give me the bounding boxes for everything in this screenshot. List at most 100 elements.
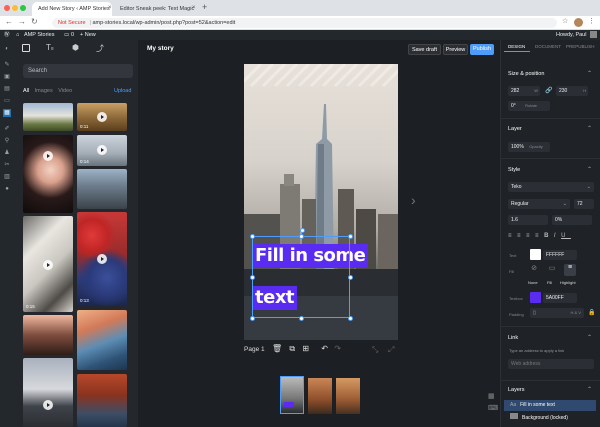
maximize-window-button[interactable] (20, 5, 26, 11)
next-page-arrow-icon[interactable]: › (411, 192, 416, 208)
appearance-icon[interactable]: ✐ (3, 125, 11, 133)
publish-button[interactable]: Publish (470, 44, 494, 55)
align-right-icon[interactable]: ≡ (526, 233, 535, 239)
new-content-link[interactable]: + New (80, 30, 96, 40)
back-icon[interactable]: ← (5, 17, 13, 26)
site-name-link[interactable]: AMP Stories (24, 30, 54, 40)
upload-link[interactable]: Upload (114, 88, 131, 94)
align-left-icon[interactable]: ≡ (508, 233, 517, 239)
minimize-window-button[interactable] (12, 5, 18, 11)
media-thumbnail[interactable] (23, 135, 73, 213)
rotate-handle[interactable] (300, 228, 305, 233)
close-window-button[interactable] (4, 5, 10, 11)
resize-handle[interactable] (299, 316, 304, 321)
collapse-menu-icon[interactable]: ● (3, 185, 11, 193)
lock-ratio-icon[interactable]: 🔗 (545, 87, 552, 94)
align-justify-icon[interactable]: ≡ (535, 233, 544, 239)
add-page-icon[interactable]: ⊞ (302, 344, 309, 353)
comments-icon[interactable]: ▭ (64, 30, 69, 40)
align-center-icon[interactable]: ≡ (517, 233, 526, 239)
resize-handle[interactable] (348, 275, 353, 280)
link-url-input[interactable]: Web address (508, 359, 594, 369)
preview-button[interactable]: Preview (443, 44, 468, 55)
filter-images[interactable]: Images (35, 88, 53, 94)
fill-background-icon[interactable]: ▭ (546, 264, 558, 276)
layout-guides-icon[interactable]: ⤡ (372, 345, 378, 355)
text-tab-icon[interactable]: T≡ (46, 43, 54, 52)
forward-icon[interactable]: → (18, 17, 26, 26)
browser-tab[interactable]: Editor Sneak peek: Text Magic (114, 2, 196, 16)
new-tab-icon[interactable]: + (202, 2, 207, 12)
bold-icon[interactable]: B (544, 233, 554, 239)
browser-tab-active[interactable]: Add New Story ‹ AMP Stories (32, 2, 112, 16)
shapes-tab-icon[interactable]: ⬢ (72, 43, 79, 52)
redo-icon[interactable]: ↷ (334, 344, 341, 353)
save-draft-button[interactable]: Save draft (408, 44, 441, 55)
posts-icon[interactable]: ✎ (3, 61, 11, 69)
font-weight-select[interactable]: Regular ⌄ (508, 199, 570, 209)
font-family-select[interactable]: Teko ⌄ (508, 182, 594, 192)
dashboard-icon[interactable]: ◐ (3, 45, 11, 53)
reload-icon[interactable]: ↻ (31, 17, 38, 26)
pages-icon[interactable]: ▤ (3, 85, 11, 93)
delete-page-icon[interactable]: 🗑 (272, 344, 282, 353)
rotate-field[interactable]: 0° Rotate (508, 101, 550, 111)
safe-zone-icon[interactable]: ⤢ (388, 345, 394, 355)
media-tab-icon[interactable] (22, 44, 30, 52)
media-thumbnail[interactable] (23, 103, 73, 131)
user-avatar[interactable] (590, 31, 597, 38)
layer-item-text[interactable]: Aa Fill in some text (504, 400, 596, 411)
resize-handle[interactable] (250, 275, 255, 280)
text-color-hex[interactable]: FFFFFF (543, 250, 577, 260)
close-tab-icon[interactable]: × (108, 5, 112, 11)
library-search-input[interactable]: Search (23, 64, 133, 78)
resize-handle[interactable] (299, 234, 304, 239)
opacity-field[interactable]: 100% Opacity (508, 142, 550, 152)
media-thumbnail[interactable]: 0:15 (23, 216, 73, 312)
media-thumbnail[interactable] (23, 315, 73, 355)
text-color-swatch[interactable] (530, 249, 541, 260)
tools-icon[interactable]: ✂ (3, 161, 11, 169)
profile-avatar[interactable] (574, 18, 583, 27)
filter-all[interactable]: All (23, 88, 29, 94)
resize-handle[interactable] (348, 316, 353, 321)
media-thumbnail[interactable]: 0:11 (77, 103, 127, 131)
media-thumbnail[interactable] (77, 374, 127, 427)
tab-design[interactable]: DESIGN (508, 44, 525, 49)
keyboard-shortcuts-icon[interactable]: ⌨ (488, 404, 498, 412)
page-thumbnail[interactable] (336, 378, 360, 414)
layer-item-background[interactable]: Background (locked) (504, 413, 596, 424)
collapse-chevron-icon[interactable]: ⌃ (587, 166, 592, 173)
media-thumbnail[interactable] (23, 358, 73, 427)
letter-spacing-field[interactable]: 0% (552, 215, 592, 225)
duplicate-page-icon[interactable]: ⧉ (289, 344, 295, 353)
underline-icon[interactable]: U (561, 233, 571, 239)
collapse-chevron-icon[interactable]: ⌃ (587, 125, 592, 132)
tab-prepublish[interactable]: PREPUBLISH (566, 44, 595, 49)
page-thumbnail[interactable] (308, 378, 332, 414)
font-size-field[interactable]: 72 (574, 199, 594, 209)
padding-field[interactable]: ▯ H & V (530, 308, 584, 318)
plugins-icon[interactable]: ⚲ (3, 137, 11, 145)
story-page-canvas[interactable]: Fill in some text (244, 64, 398, 340)
media-thumbnail[interactable] (77, 169, 127, 209)
fill-none-icon[interactable]: ⊘ (528, 264, 540, 276)
media-thumbnail[interactable]: 0:14 (77, 135, 127, 166)
filter-video[interactable]: Video (58, 88, 72, 94)
fill-highlight-icon[interactable]: ≡ (564, 264, 576, 276)
page-thumbnail-active[interactable] (280, 376, 304, 414)
wordpress-logo-icon[interactable]: Ⓦ (4, 30, 10, 40)
textbox-color-swatch[interactable] (530, 292, 541, 303)
collapse-chevron-icon[interactable]: ⌃ (587, 386, 592, 393)
resize-handle[interactable] (348, 234, 353, 239)
italic-icon[interactable]: I (554, 233, 561, 239)
textbox-color-hex[interactable]: 5A00FF (543, 293, 577, 303)
media-icon[interactable]: ▣ (3, 73, 11, 81)
height-field[interactable]: 230 H (556, 86, 588, 96)
resize-handle[interactable] (250, 316, 255, 321)
browser-menu-icon[interactable]: ⋮ (588, 17, 595, 25)
collapse-chevron-icon[interactable]: ⌃ (587, 70, 592, 77)
collapse-chevron-icon[interactable]: ⌃ (587, 334, 592, 341)
media-thumbnail[interactable] (77, 310, 127, 370)
bookmark-star-icon[interactable]: ☆ (562, 17, 568, 25)
